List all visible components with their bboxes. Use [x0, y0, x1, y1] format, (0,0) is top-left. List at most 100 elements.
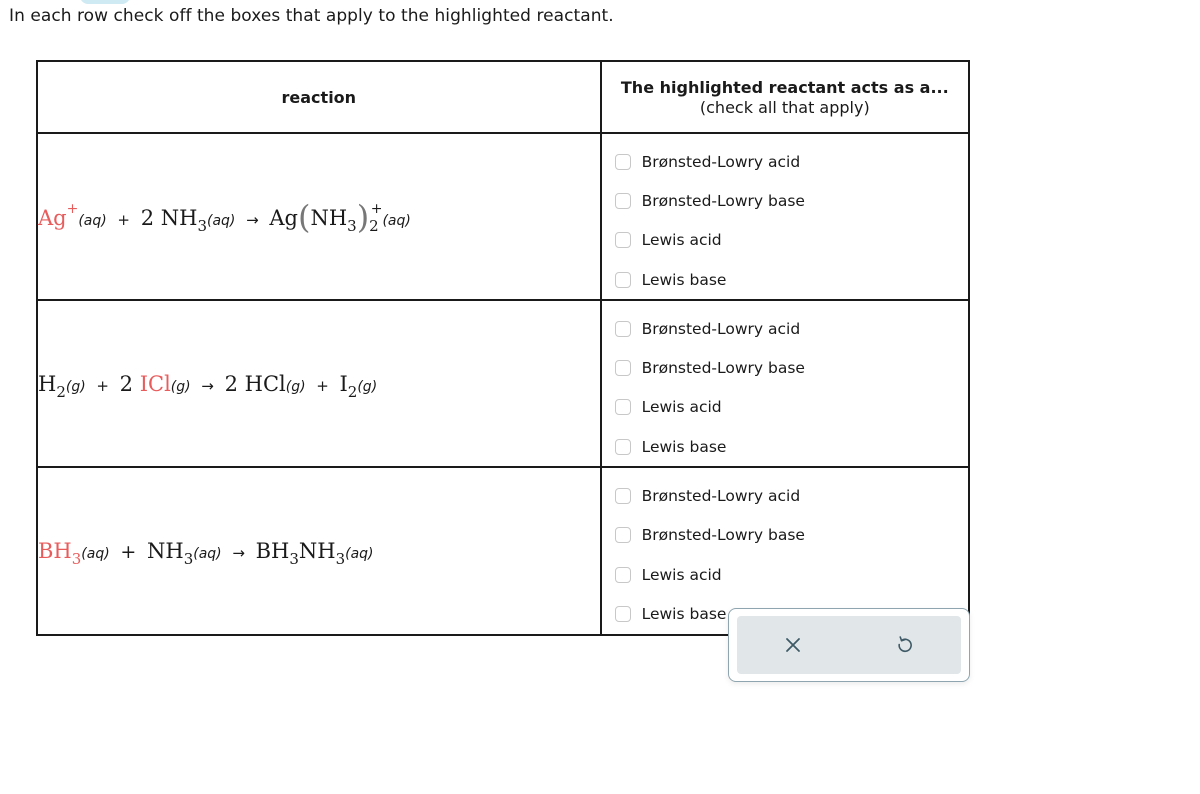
- right-paren: ): [356, 197, 370, 236]
- subscript: 3: [183, 549, 194, 568]
- plus-sign: +: [117, 210, 130, 229]
- coefficient: 2: [140, 205, 155, 230]
- subscript: 3: [347, 216, 357, 235]
- phase: (g): [65, 378, 86, 395]
- species: Ag: [38, 205, 67, 230]
- coefficient: 2: [119, 371, 134, 396]
- options-header-title: The highlighted reactant acts as a...: [620, 77, 949, 97]
- charge: +: [66, 200, 79, 217]
- highlighted-reactant: ICl: [139, 371, 171, 396]
- species: HCl: [244, 371, 286, 396]
- clear-button[interactable]: [737, 616, 849, 674]
- species: BH: [38, 538, 72, 563]
- checkbox-list: Brønsted-Lowry acid Brønsted-Lowry base …: [602, 301, 968, 466]
- subscript: 2: [369, 216, 379, 235]
- option-lewis-base[interactable]: Lewis base: [602, 427, 968, 466]
- phase: (aq): [345, 545, 374, 562]
- checkbox[interactable]: [614, 566, 631, 583]
- option-label: Lewis base: [641, 437, 727, 456]
- species: NH: [298, 538, 336, 563]
- reaction-cell: BH3(aq) + NH3(aq) → BH3NH3(aq): [36, 466, 602, 636]
- option-lewis-base[interactable]: Lewis base: [602, 260, 968, 299]
- checkbox[interactable]: [614, 360, 631, 377]
- checkbox[interactable]: [614, 271, 631, 288]
- undo-icon: [898, 636, 912, 653]
- checkbox[interactable]: [614, 320, 631, 337]
- species: H: [38, 371, 57, 396]
- option-lewis-acid[interactable]: Lewis acid: [602, 555, 968, 594]
- option-label: Brønsted-Lowry acid: [641, 487, 801, 506]
- checkbox-list: Brønsted-Lowry acid Brønsted-Lowry base …: [602, 134, 968, 299]
- option-bronsted-lowry-base[interactable]: Brønsted-Lowry base: [602, 516, 968, 555]
- options-cell: Brønsted-Lowry acid Brønsted-Lowry base …: [599, 131, 971, 302]
- option-label: Brønsted-Lowry base: [641, 191, 805, 210]
- reaction-equation: BH3(aq) + NH3(aq) → BH3NH3(aq): [38, 538, 374, 567]
- answer-toolbar: [728, 608, 970, 682]
- option-bronsted-lowry-acid[interactable]: Brønsted-Lowry acid: [602, 476, 968, 515]
- species: NH: [310, 205, 348, 230]
- option-lewis-acid[interactable]: Lewis acid: [602, 221, 968, 260]
- checkbox[interactable]: [614, 605, 631, 622]
- reaction-arrow: →: [246, 210, 259, 229]
- species: BH: [255, 538, 290, 563]
- option-label: Brønsted-Lowry base: [641, 359, 805, 378]
- left-paren: (: [297, 197, 311, 236]
- reaction-cell: H2(g) + 2 ICl(g) → 2 HCl(g) + I2(g): [36, 299, 602, 469]
- reaction-cell: Ag+(aq) + 2 NH3(aq) → Ag(NH3)2+(aq): [36, 131, 602, 302]
- subscript: 3: [197, 216, 207, 235]
- phase: (aq): [207, 212, 236, 229]
- options-header: The highlighted reactant acts as a... (c…: [599, 60, 971, 134]
- subscript: 3: [289, 549, 299, 568]
- plus-sign: +: [316, 376, 329, 395]
- highlighted-reactant: BH3: [38, 538, 81, 567]
- checkbox[interactable]: [614, 153, 631, 170]
- table-row: H2(g) + 2 ICl(g) → 2 HCl(g) + I2(g) Brøn…: [36, 299, 971, 469]
- option-label: Brønsted-Lowry acid: [641, 319, 801, 338]
- species: Ag: [269, 205, 298, 230]
- plus-sign: +: [96, 376, 109, 395]
- checkbox[interactable]: [614, 399, 631, 416]
- charge: +: [370, 200, 383, 217]
- subscript: 3: [71, 549, 82, 568]
- top-tab: [80, 0, 130, 4]
- reaction-arrow: →: [201, 376, 214, 395]
- subscript: 3: [335, 549, 346, 568]
- subscript: 2: [56, 382, 66, 401]
- option-bronsted-lowry-acid[interactable]: Brønsted-Lowry acid: [602, 309, 968, 348]
- phase: (g): [357, 378, 378, 395]
- option-label: Lewis base: [641, 604, 727, 623]
- options-cell: Brønsted-Lowry acid Brønsted-Lowry base …: [599, 299, 971, 469]
- option-label: Brønsted-Lowry acid: [641, 152, 801, 171]
- phase: (aq): [78, 212, 107, 229]
- question-table: reaction The highlighted reactant acts a…: [36, 60, 971, 636]
- instructions: In each row check off the boxes that app…: [9, 6, 614, 26]
- option-bronsted-lowry-acid[interactable]: Brønsted-Lowry acid: [602, 142, 968, 181]
- phase: (aq): [382, 212, 411, 229]
- plus-sign: +: [120, 540, 137, 563]
- species: I: [339, 371, 348, 396]
- option-bronsted-lowry-base[interactable]: Brønsted-Lowry base: [602, 181, 968, 220]
- reaction-equation: H2(g) + 2 ICl(g) → 2 HCl(g) + I2(g): [38, 371, 378, 400]
- phase: (aq): [81, 545, 110, 562]
- coefficient: 2: [224, 371, 238, 396]
- checkbox[interactable]: [614, 232, 631, 249]
- subscript: 2: [347, 382, 358, 401]
- phase: (g): [285, 378, 306, 395]
- options-header-subtitle: (check all that apply): [699, 97, 870, 117]
- x-icon: [786, 638, 800, 652]
- header-row: reaction The highlighted reactant acts a…: [36, 60, 971, 134]
- checkbox[interactable]: [614, 438, 631, 455]
- option-label: Lewis acid: [641, 565, 722, 584]
- option-label: Lewis base: [641, 270, 727, 289]
- option-lewis-acid[interactable]: Lewis acid: [602, 388, 968, 427]
- species: NH: [146, 538, 184, 563]
- option-label: Lewis acid: [641, 398, 722, 417]
- phase: (g): [170, 378, 191, 395]
- checkbox[interactable]: [614, 192, 631, 209]
- highlighted-reactant: Ag+: [38, 202, 78, 230]
- checkbox[interactable]: [614, 527, 631, 544]
- option-bronsted-lowry-base[interactable]: Brønsted-Lowry base: [602, 348, 968, 387]
- reaction-arrow: →: [232, 543, 245, 562]
- checkbox[interactable]: [614, 488, 631, 505]
- undo-button[interactable]: [849, 616, 961, 674]
